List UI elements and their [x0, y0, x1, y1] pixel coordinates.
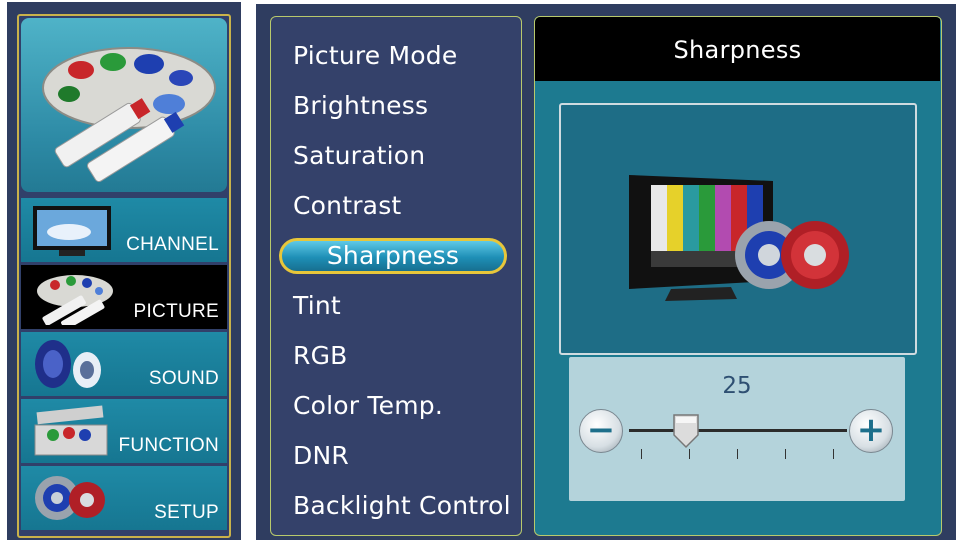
category-label: SOUND [148, 368, 219, 389]
sharpness-detail-panel: Sharpness 25 − + [526, 4, 956, 540]
picture-hero-banner [21, 18, 227, 192]
panel-divider [241, 0, 256, 542]
category-label: PICTURE [133, 301, 219, 322]
category-channel[interactable]: CHANNEL [21, 198, 227, 262]
menu-item-tint[interactable]: Tint [293, 291, 341, 321]
menu-item-color-temp[interactable]: Color Temp. [293, 391, 443, 421]
category-picture[interactable]: PICTURE [21, 265, 227, 329]
category-sound[interactable]: SOUND [21, 332, 227, 396]
palette-icon [42, 47, 216, 183]
menu-item-sharpness[interactable]: Sharpness [279, 238, 507, 274]
increase-button[interactable]: + [849, 409, 893, 453]
category-function[interactable]: FUNCTION [21, 399, 227, 463]
slider-tick [737, 449, 738, 459]
category-setup[interactable]: SETUP [21, 466, 227, 530]
monitor-gears-icon [629, 175, 849, 301]
picture-menu-panel: Picture Mode Brightness Saturation Contr… [256, 4, 526, 540]
picture-menu-list: Picture Mode Brightness Saturation Contr… [270, 16, 522, 536]
tv-icon [33, 206, 111, 256]
menu-item-dnr[interactable]: DNR [293, 441, 349, 471]
slider-tick [689, 449, 690, 459]
menu-item-backlight-control[interactable]: Backlight Control [293, 491, 511, 521]
sharpness-detail-box: Sharpness 25 − + [534, 16, 942, 536]
slider-track [629, 429, 847, 432]
category-label: SETUP [154, 502, 219, 523]
slider-tick [833, 449, 834, 459]
gears-icon [35, 476, 105, 520]
setting-preview [559, 103, 917, 355]
menu-item-picture-mode[interactable]: Picture Mode [293, 41, 457, 71]
menu-item-rgb[interactable]: RGB [293, 341, 348, 371]
category-label: FUNCTION [118, 435, 219, 456]
category-sidebar: CHANNEL PICTURE SOUND FUNCTION SETUP [7, 2, 241, 540]
slider-tick [641, 449, 642, 459]
category-label: CHANNEL [126, 234, 219, 255]
menu-item-saturation[interactable]: Saturation [293, 141, 425, 171]
speaker-icon [35, 340, 101, 388]
slider-handle[interactable] [672, 413, 700, 449]
slider-tick [785, 449, 786, 459]
detail-title: Sharpness [535, 17, 940, 81]
decrease-button[interactable]: − [579, 409, 623, 453]
palette-icon [37, 275, 113, 325]
sharpness-slider: 25 − + [569, 357, 905, 501]
toolbox-icon [34, 405, 108, 456]
menu-item-contrast[interactable]: Contrast [293, 191, 401, 221]
slider-value: 25 [722, 373, 752, 399]
category-list: CHANNEL PICTURE SOUND FUNCTION SETUP [17, 14, 231, 538]
menu-item-brightness[interactable]: Brightness [293, 91, 428, 121]
